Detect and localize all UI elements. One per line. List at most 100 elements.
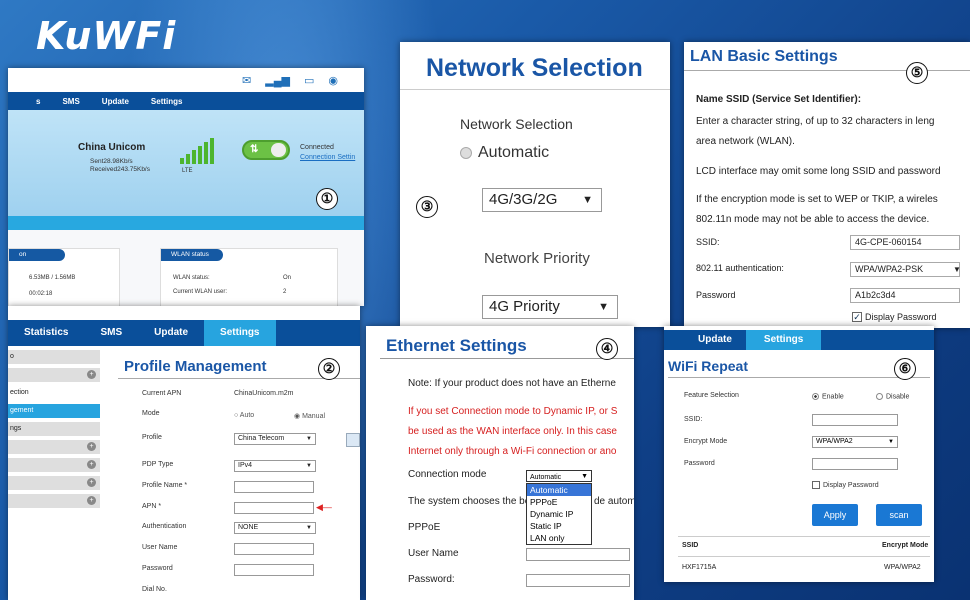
usage-value: 6.53MB / 1.56MB	[29, 275, 76, 281]
nav-item-update[interactable]: Update	[138, 320, 204, 346]
ssid-input[interactable]	[812, 414, 898, 426]
network-priority-select[interactable]: 4G Priority ▼	[482, 295, 618, 319]
display-password-checkbox[interactable]: ✓ Display Password	[852, 312, 937, 322]
sidebar-item[interactable]: o	[8, 350, 100, 364]
ssid-input[interactable]: 4G-CPE-060154	[850, 235, 960, 250]
pdp-type-select[interactable]: IPv4	[234, 460, 316, 472]
auth-label: Authentication	[142, 523, 187, 530]
sidebar-item[interactable]: +	[8, 494, 100, 508]
ssid-label: SSID:	[684, 416, 703, 423]
nav-item-sms[interactable]: SMS	[84, 320, 138, 346]
sidebar-item[interactable]: ngs	[8, 422, 100, 436]
connection-mode-options: Automatic PPPoE Dynamic IP Static IP LAN…	[526, 483, 592, 545]
sidebar-item[interactable]: +	[8, 476, 100, 490]
nav-item-update[interactable]: Update	[664, 330, 746, 350]
network-type: LTE	[182, 168, 193, 174]
page-title: LAN Basic Settings	[690, 48, 838, 65]
sidebar-item[interactable]: +	[8, 368, 100, 382]
mail-icon[interactable]: ✉	[242, 74, 251, 87]
ssid-label: SSID:	[696, 237, 720, 247]
auth-label: 802.11 authentication:	[696, 263, 784, 273]
nav-item-settings[interactable]: Settings	[745, 330, 822, 350]
expand-icon: +	[87, 496, 96, 505]
caret-down-icon: ▼	[888, 439, 894, 445]
nav-item-settings[interactable]: Settings	[204, 320, 276, 346]
network-selection-label: Network Selection	[460, 116, 573, 132]
col-encrypt: Encrypt Mode	[882, 542, 929, 549]
username-label: User Name	[408, 548, 459, 559]
auth-select[interactable]: NONE	[234, 522, 316, 534]
automatic-radio[interactable]: Automatic	[460, 144, 549, 162]
ethernet-panel: Ethernet Settings Note: If your product …	[366, 326, 634, 600]
row-encrypt: WPA/WPA2	[884, 564, 921, 571]
status-hero: China Unicom Sent28.98Kb/s Received243.7…	[8, 110, 364, 216]
expand-icon: +	[87, 460, 96, 469]
settings-sidebar: o + ection gement ngs + + + +	[8, 350, 100, 512]
nav-item-settings[interactable]: Settings	[151, 97, 183, 106]
row-ssid[interactable]: HXF1715A	[682, 564, 716, 571]
checkbox-icon	[812, 481, 820, 489]
sent-rate: Sent28.98Kb/s	[90, 158, 133, 165]
sidebar-item[interactable]: +	[8, 440, 100, 454]
option-dynamic-ip[interactable]: Dynamic IP	[527, 508, 591, 520]
password-label: Password:	[408, 574, 455, 585]
caret-down-icon: ▼	[582, 194, 593, 206]
signal-bars-icon	[180, 138, 214, 164]
help-text-3: LCD interface may omit some long SSID an…	[696, 166, 941, 177]
profile-action-button[interactable]	[346, 433, 360, 447]
nav-item-statistics[interactable]: Statistics	[8, 320, 84, 346]
nav-item-sms[interactable]: SMS	[62, 97, 79, 106]
battery-icon: ▭	[303, 75, 315, 87]
radio-off-icon	[876, 393, 883, 400]
option-lan-only[interactable]: LAN only	[527, 532, 591, 544]
password-label: Password	[684, 460, 715, 467]
encrypt-label: Encrypt Mode	[684, 438, 728, 445]
password-input[interactable]: A1b2c3d4	[850, 288, 960, 303]
username-input[interactable]	[234, 543, 314, 555]
scan-button[interactable]: scan	[876, 504, 922, 526]
nav-item-update[interactable]: Update	[102, 97, 129, 106]
signal-icon: ▂▄▆	[265, 75, 290, 87]
expand-icon: +	[87, 370, 96, 379]
option-static-ip[interactable]: Static IP	[527, 520, 591, 532]
mode-auto-radio[interactable]: ○ Auto	[234, 412, 254, 419]
warning-text-2: be used as the WAN interface only. In th…	[408, 426, 617, 437]
username-input[interactable]	[526, 548, 630, 561]
nav-item-partial[interactable]: s	[36, 97, 40, 106]
sidebar-item-active[interactable]: gement	[8, 404, 100, 418]
dial-label: Dial No.	[142, 586, 167, 593]
page-title: Profile Management	[124, 358, 267, 375]
mode-manual-radio[interactable]: ◉ Manual	[294, 412, 325, 420]
divider	[668, 377, 930, 378]
disable-radio[interactable]: Disable	[876, 393, 909, 400]
sidebar-item[interactable]: +	[8, 458, 100, 472]
profile-select[interactable]: China Telecom	[234, 433, 316, 445]
connection-settings-link[interactable]: Connection Settin	[300, 154, 355, 161]
auth-select[interactable]: WPA/WPA2-PSK ▼	[850, 262, 961, 277]
enable-radio[interactable]: Enable	[812, 393, 844, 400]
connection-toggle[interactable]: ⇅	[242, 140, 290, 160]
encrypt-select[interactable]: WPA/WPA2 ▼	[812, 436, 898, 448]
network-mode-select[interactable]: 4G/3G/2G ▼	[482, 188, 602, 212]
profile-panel: Statistics SMS Update Settings o + ectio…	[8, 306, 360, 600]
lan-settings-panel: LAN Basic Settings Name SSID (Service Se…	[684, 42, 970, 328]
option-automatic[interactable]: Automatic	[527, 484, 591, 496]
note-text: Note: If your product does not have an E…	[408, 378, 616, 389]
main-nav: s SMS Update Settings	[8, 92, 364, 110]
password-input[interactable]	[812, 458, 898, 470]
password-input[interactable]	[234, 564, 314, 576]
connection-mode-select[interactable]: Automatic ▼	[526, 470, 592, 482]
display-password-checkbox[interactable]: Display Password	[812, 481, 879, 489]
divider	[400, 89, 670, 90]
option-pppoe[interactable]: PPPoE	[527, 496, 591, 508]
profile-name-input[interactable]	[234, 481, 314, 493]
mode-label: Mode	[142, 410, 160, 417]
apply-button[interactable]: Apply	[812, 504, 858, 526]
help-text-2: area network (WLAN).	[696, 136, 795, 147]
password-input[interactable]	[526, 574, 630, 587]
usage-card: on 6.53MB / 1.56MB 00:02:18	[8, 248, 120, 306]
sidebar-item[interactable]: ection	[8, 386, 100, 400]
brand-logo: KuWFi	[36, 14, 177, 58]
apn-input[interactable]	[234, 502, 314, 514]
pdp-type-label: PDP Type	[142, 461, 174, 468]
